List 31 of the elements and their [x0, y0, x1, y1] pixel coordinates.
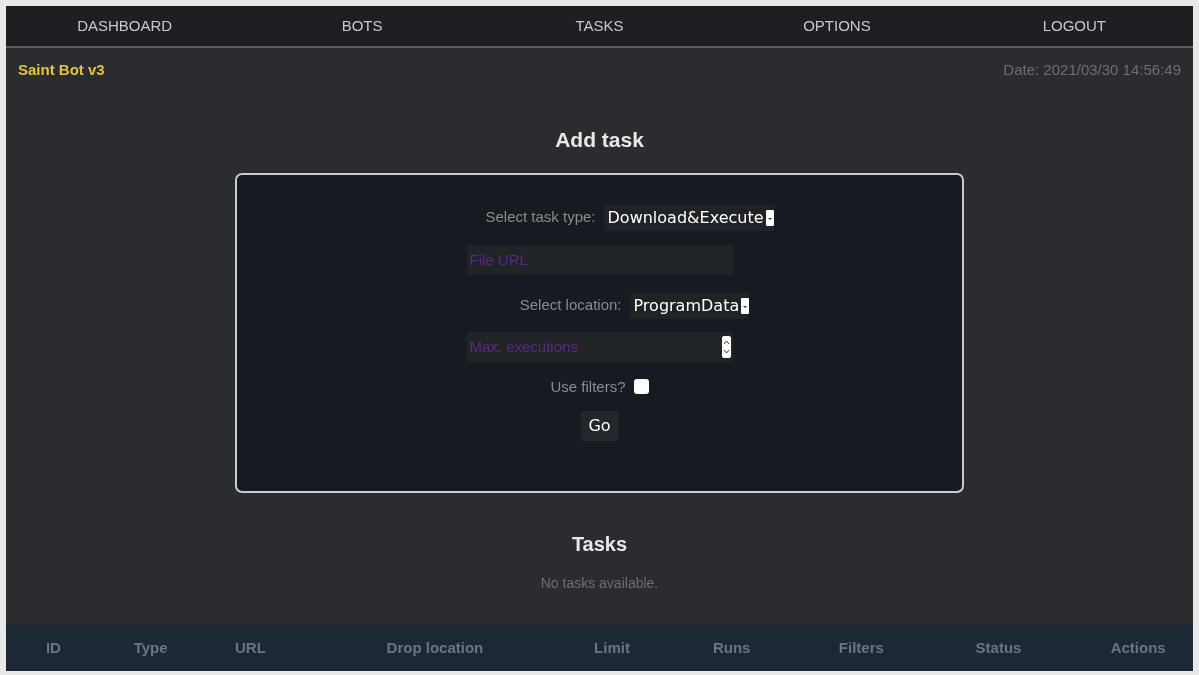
- caret-icon: [741, 297, 750, 314]
- column-header: Type: [133, 639, 168, 656]
- column-header: URL: [234, 639, 266, 656]
- caret-icon: [765, 209, 774, 226]
- section-title: Add task: [555, 127, 644, 153]
- section-title: Tasks: [571, 531, 628, 557]
- date-text: Date: 2021/03/30 14:56:49: [1003, 59, 1181, 80]
- column-header: Limit: [594, 639, 630, 656]
- column-header: Status: [975, 639, 1022, 656]
- nav-link[interactable]: BOTS: [243, 14, 481, 38]
- empty-message: No tasks available.: [540, 573, 659, 593]
- filters-checkbox[interactable]: [633, 379, 649, 395]
- column-header: ID: [45, 639, 61, 656]
- field-label: Select task type:: [485, 207, 596, 228]
- nav-link[interactable]: DASHBOARD: [6, 14, 244, 38]
- url-input-field[interactable]: File URL: [466, 244, 733, 275]
- column-header: Drop location: [386, 639, 484, 656]
- brand-title: Saint Bot v3: [18, 59, 105, 80]
- column-header: Runs: [712, 639, 751, 656]
- nav-link[interactable]: OPTIONS: [718, 14, 956, 38]
- select-field[interactable]: ProgramData: [629, 292, 750, 319]
- select-field[interactable]: Download&Execute: [603, 204, 774, 231]
- number-input-field[interactable]: Max. executions: [466, 331, 733, 362]
- column-header: Filters: [838, 639, 884, 656]
- field-label: Use filters?: [550, 376, 626, 397]
- field-label: Select location:: [519, 295, 622, 316]
- go-button[interactable]: Go: [581, 411, 618, 441]
- nav-link[interactable]: TASKS: [480, 14, 719, 38]
- spinner-icon[interactable]: [721, 335, 731, 358]
- nav-link[interactable]: LOGOUT: [955, 14, 1194, 38]
- column-header: Actions: [1110, 639, 1166, 656]
